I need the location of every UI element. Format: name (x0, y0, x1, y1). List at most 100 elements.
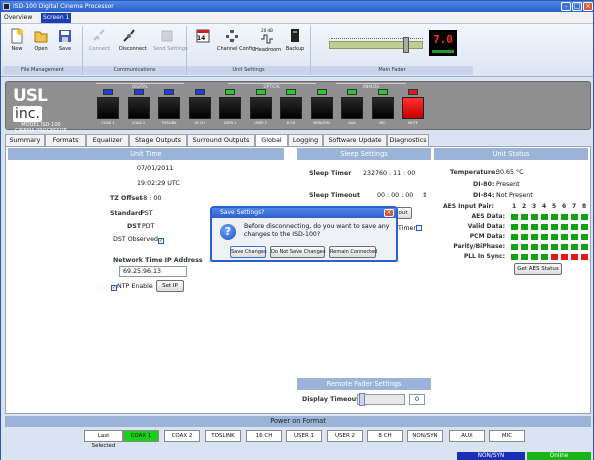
display-timeout-slider-knob[interactable] (359, 393, 365, 406)
main-fader-knob[interactable] (403, 37, 410, 53)
unit-time-header: Unit Time (8, 148, 284, 160)
input-button-aux[interactable]: AUX (341, 87, 363, 125)
power-on-option-user-1[interactable]: USER 1 (286, 430, 322, 442)
input-switch[interactable] (127, 97, 150, 119)
new-button[interactable]: New (7, 28, 27, 64)
input-switch[interactable] (280, 97, 302, 119)
usl-logo: USLinc. MODEL ISD-100 CINEMA PROCESSOR (13, 86, 69, 134)
power-on-option-coax-2[interactable]: COAX 2 (164, 430, 200, 442)
input-button-coax-2[interactable]: COAX 2 (127, 87, 150, 125)
input-caption: COAX 2 (131, 121, 146, 125)
input-button-coax-1[interactable]: COAX 1 (97, 87, 119, 125)
save-button[interactable]: Save (55, 28, 75, 64)
input-button-mute[interactable]: MUTE (402, 87, 424, 125)
power-on-option-coax-1[interactable]: COAX 1 (123, 430, 159, 442)
tab-screen-1[interactable]: Screen 1 (41, 13, 72, 23)
aes-status-indicator (541, 244, 548, 250)
checkbox-empty-icon (416, 225, 422, 231)
input-button-toslink[interactable]: TOSLINK (158, 87, 180, 125)
dst-value[interactable]: PDT (142, 223, 155, 230)
input-switch[interactable] (249, 97, 272, 119)
tab-overview[interactable]: Overview (2, 13, 34, 23)
dst-label: DST (127, 223, 142, 230)
aes-status-indicator (511, 214, 518, 220)
backup-drive-icon (291, 29, 299, 42)
dialog-close-icon[interactable]: × (384, 209, 394, 217)
minimize-button[interactable]: – (561, 2, 571, 11)
power-on-option-toslink[interactable]: TOSLINK (205, 430, 241, 442)
input-switch[interactable] (402, 97, 424, 119)
ntp-enable-checkbox[interactable]: ✓NTP Enable (111, 283, 153, 291)
input-switch[interactable] (310, 97, 333, 119)
power-on-option-8-ch[interactable]: 8 CH (367, 430, 403, 442)
display-timeout-label: Display Timeout (302, 396, 360, 403)
ribbon-toolbar: New Open Save File Management Connect Di… (1, 24, 593, 77)
aes-pair-number: 5 (552, 203, 557, 210)
aes-status-indicator (571, 244, 578, 250)
input-switch[interactable] (158, 97, 180, 119)
sleep-timer-checkbox-label: Timer (398, 225, 416, 232)
tab-stage-outputs[interactable]: Stage Outputs (129, 134, 187, 146)
disconnect-button[interactable]: Disconnect (119, 28, 147, 64)
input-button-mic[interactable]: MIC (371, 87, 394, 125)
save-changes-button[interactable]: Save Changes (230, 246, 267, 258)
input-button-16-ch[interactable]: 16 CH (188, 87, 211, 125)
maximize-button[interactable]: □ (572, 2, 582, 11)
tab-surround-outputs[interactable]: Surround Outputs (187, 134, 255, 146)
tz-offset-value[interactable]: -8 : 00 (141, 195, 161, 202)
tab-diagnostics[interactable]: Diagnostics (387, 134, 429, 146)
input-switch[interactable] (341, 97, 363, 119)
input-switch[interactable] (97, 97, 119, 119)
input-led-indicator (286, 89, 296, 95)
input-led-indicator (103, 89, 113, 95)
tab-formats[interactable]: Formats (45, 134, 86, 146)
device-front-panel: USLinc. MODEL ISD-100 CINEMA PROCESSOR D… (5, 81, 591, 134)
standard-value[interactable]: PST (141, 210, 153, 217)
power-on-option-mic[interactable]: MIC (489, 430, 525, 442)
power-on-option-aux[interactable]: AUX (449, 430, 485, 442)
display-timeout-value[interactable]: 0 (409, 394, 425, 405)
input-button-user-1[interactable]: USER 1 (219, 87, 241, 125)
power-on-option-non-syn[interactable]: NON/SYN (407, 430, 443, 442)
ntp-ip-input[interactable]: 69.25.96.13 (119, 266, 187, 277)
tab-logging[interactable]: Logging (288, 134, 323, 146)
power-on-option-last-selected[interactable]: Last Selected (84, 430, 123, 449)
dialog-title-text: Save Settings? (220, 209, 265, 216)
calendar-day: 14 (197, 35, 206, 42)
aes-status-indicator (531, 214, 538, 220)
channel-config-button[interactable]: Channel Config (217, 28, 255, 64)
do-not-save-button[interactable]: Do Not Save Changes (270, 246, 325, 258)
set-ip-button[interactable]: Set IP (156, 280, 184, 292)
tab-equalizer[interactable]: Equalizer (86, 134, 129, 146)
send-settings-button[interactable]: Send Settings (153, 28, 188, 64)
aes-input-pair-label: AES Input Pair: (443, 203, 494, 210)
tab-software-update[interactable]: Software Update (323, 134, 387, 146)
connect-button[interactable]: Connect (89, 28, 110, 64)
headroom-button[interactable]: 20 dB Headroom (255, 28, 282, 64)
input-button-user-2[interactable]: USER 2 (249, 87, 272, 125)
app-window: ISD-100 Digital Cinema Processor – □ × O… (0, 0, 594, 460)
open-button[interactable]: Open (31, 28, 51, 64)
input-switch[interactable] (371, 97, 394, 119)
input-caption: USER 1 (223, 121, 237, 125)
backup-button[interactable]: Backup (285, 28, 305, 64)
spinner-arrows-icon[interactable]: ⇕ (422, 192, 427, 199)
input-switch[interactable] (219, 97, 241, 119)
power-on-option-user-2[interactable]: USER 2 (327, 430, 363, 442)
input-caption: 8 CH (286, 121, 296, 125)
sleep-timer-checkbox[interactable]: Timer (398, 225, 422, 232)
power-on-option-16-ch[interactable]: 16 CH (246, 430, 282, 442)
communications-label: Communications (83, 66, 186, 75)
headroom-label: Headroom (255, 47, 282, 53)
close-button[interactable]: × (583, 2, 593, 11)
calendar-button[interactable]: 14 (193, 28, 213, 64)
tab-summary[interactable]: Summary (5, 134, 45, 146)
input-button-non-syn[interactable]: NON/SYN (310, 87, 333, 125)
sleep-timeout-value[interactable]: 00 : 00 : 00 (377, 192, 413, 199)
dst-observed-checkbox[interactable]: DST Observed✓ (113, 236, 164, 244)
remain-connected-button[interactable]: Remain Connected (329, 246, 377, 258)
get-aes-status-button[interactable]: Get AES Status (514, 263, 562, 275)
input-button-8-ch[interactable]: 8 CH (280, 87, 302, 125)
status-format: NON/SYN (457, 452, 525, 460)
input-switch[interactable] (188, 97, 211, 119)
